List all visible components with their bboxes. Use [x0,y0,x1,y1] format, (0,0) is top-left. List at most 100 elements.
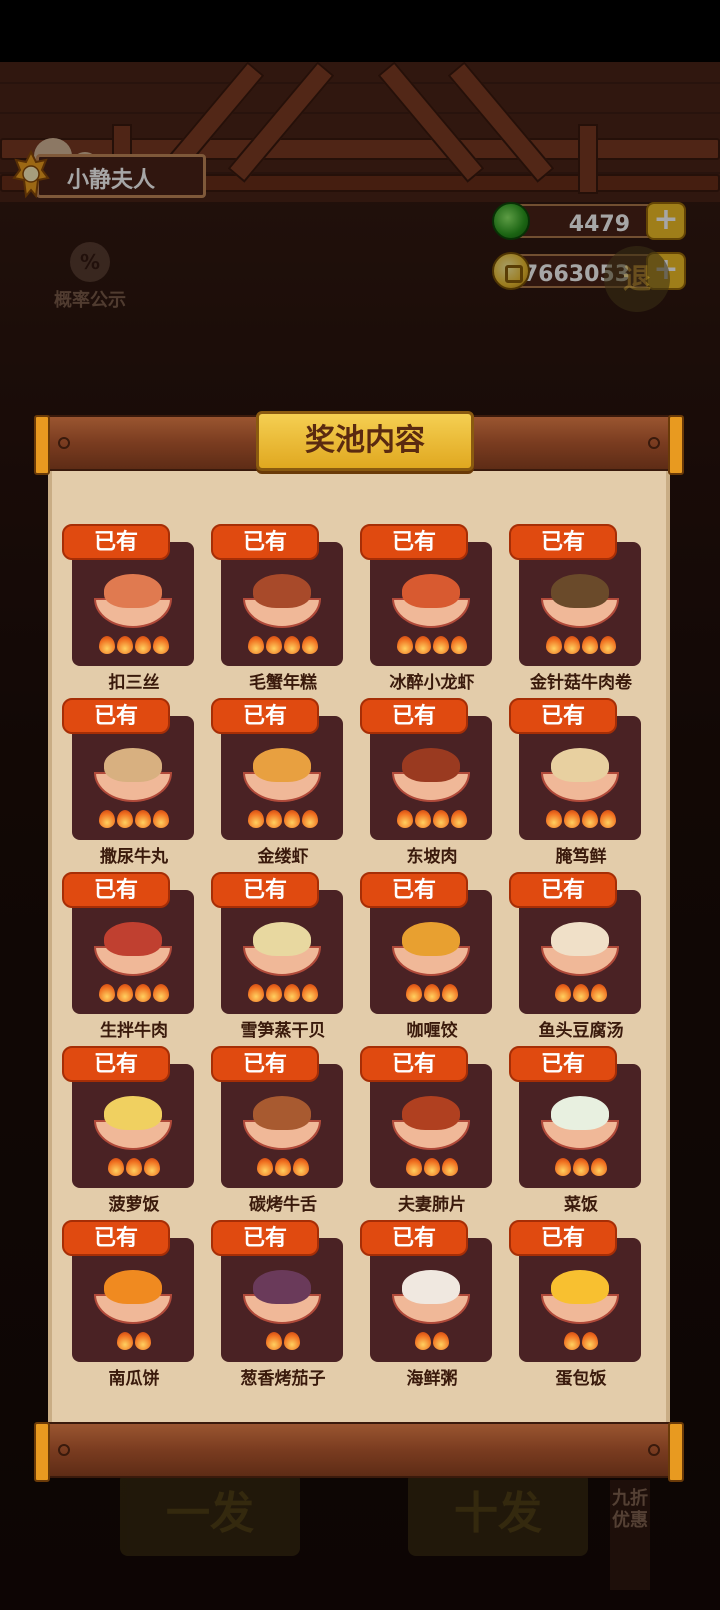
flame-icon [591,1158,607,1176]
prize-item[interactable]: 已有南瓜饼 [60,1220,208,1394]
prize-item[interactable]: 已有 海鲜粥 [358,1220,506,1394]
flame-icon [117,1332,133,1350]
dish-icon [94,568,172,628]
flame-icon [284,810,300,828]
owned-tag: 已有 [62,1220,170,1256]
prize-item[interactable]: 已有 金针菇牛肉卷 [507,524,655,698]
prize-item[interactable]: 已有蛋包饭 [507,1220,655,1394]
prize-item[interactable]: 已有扣三丝 [60,524,208,698]
flame-icon [153,636,169,654]
status-bar [0,0,720,62]
prize-item[interactable]: 已有雪笋蒸干贝 [209,872,357,1046]
dish-name: 菠萝饭 [108,1195,160,1215]
rarity-flames [235,984,331,1006]
food-icon [253,1096,311,1130]
owned-tag: 已有 [360,524,468,560]
food-icon [402,1096,460,1130]
owned-tag: 已有 [211,872,319,908]
flame-icon [406,1158,422,1176]
rarity-flames [86,1158,182,1180]
rarity-flames [533,984,629,1006]
flame-icon [117,810,133,828]
flame-icon [442,1158,458,1176]
flame-icon [275,1158,291,1176]
food-icon [402,574,460,608]
flame-icon [126,1158,142,1176]
flame-icon [546,810,562,828]
food-icon [402,748,460,782]
dish-name: 毛蟹年糕 [249,673,317,693]
flame-icon [153,984,169,1002]
owned-tag: 已有 [62,1046,170,1082]
flame-icon [451,810,467,828]
owned-tag: 已有 [62,872,170,908]
prize-item[interactable]: 已有 葱香烤茄子 [209,1220,357,1394]
dish-icon [243,916,321,976]
rarity-flames [384,636,480,658]
prize-item[interactable]: 已有 毛蟹年糕 [209,524,357,698]
flame-icon [555,1158,571,1176]
flame-icon [266,984,282,1002]
owned-tag: 已有 [509,1220,617,1256]
dish-icon [541,742,619,802]
prize-item[interactable]: 已有 东坡肉 [358,698,506,872]
dish-name: 鱼头豆腐汤 [538,1021,624,1041]
food-icon [104,1270,162,1304]
rarity-flames [533,810,629,832]
flame-icon [433,636,449,654]
food-icon [551,1096,609,1130]
flame-icon [266,810,282,828]
nail-icon [58,1444,70,1456]
flame-icon [135,984,151,1002]
dish-name: 冰醉小龙虾 [389,673,475,693]
flame-icon [117,984,133,1002]
prize-item[interactable]: 已有 生拌牛肉 [60,872,208,1046]
dish-icon [541,1264,619,1324]
prize-item[interactable]: 已有鱼头豆腐汤 [507,872,655,1046]
dish-icon [392,1090,470,1150]
flame-icon [406,984,422,1002]
prize-item[interactable]: 已有菠萝饭 [60,1046,208,1220]
flame-icon [424,984,440,1002]
food-icon [551,1270,609,1304]
prize-item[interactable]: 已有 撒尿牛丸 [60,698,208,872]
rarity-flames [86,984,182,1006]
flame-icon [293,1158,309,1176]
flame-icon [433,810,449,828]
owned-tag: 已有 [360,1046,468,1082]
flame-icon [564,1332,580,1350]
prize-item[interactable]: 已有 金缕虾 [209,698,357,872]
prize-item[interactable]: 已有冰醉小龙虾 [358,524,506,698]
flame-icon [117,636,133,654]
food-icon [551,748,609,782]
flame-icon [257,1158,273,1176]
dish-name: 夫妻肺片 [398,1195,466,1215]
dish-icon [392,742,470,802]
prize-item[interactable]: 已有 腌笃鲜 [507,698,655,872]
prize-item[interactable]: 已有夫妻肺片 [358,1046,506,1220]
flame-icon [99,984,115,1002]
prize-item[interactable]: 已有 咖喱饺 [358,872,506,1046]
dish-name: 蛋包饭 [555,1369,607,1389]
rarity-flames [235,1158,331,1180]
owned-tag: 已有 [62,524,170,560]
prize-item[interactable]: 已有 碳烤牛舌 [209,1046,357,1220]
dish-icon [392,916,470,976]
flame-icon [591,984,607,1002]
rarity-flames [86,636,182,658]
food-icon [104,748,162,782]
rarity-flames [235,636,331,658]
dish-name: 南瓜饼 [108,1369,160,1389]
flame-icon [248,810,264,828]
dish-name: 扣三丝 [108,673,160,693]
flame-icon [266,1332,282,1350]
dish-name: 金缕虾 [257,847,309,867]
dish-name: 雪笋蒸干贝 [240,1021,326,1041]
flame-icon [153,810,169,828]
food-icon [551,574,609,608]
owned-tag: 已有 [509,872,617,908]
food-icon [253,748,311,782]
rarity-flames [86,810,182,832]
prize-item[interactable]: 已有 菜饭 [507,1046,655,1220]
owned-tag: 已有 [211,1220,319,1256]
